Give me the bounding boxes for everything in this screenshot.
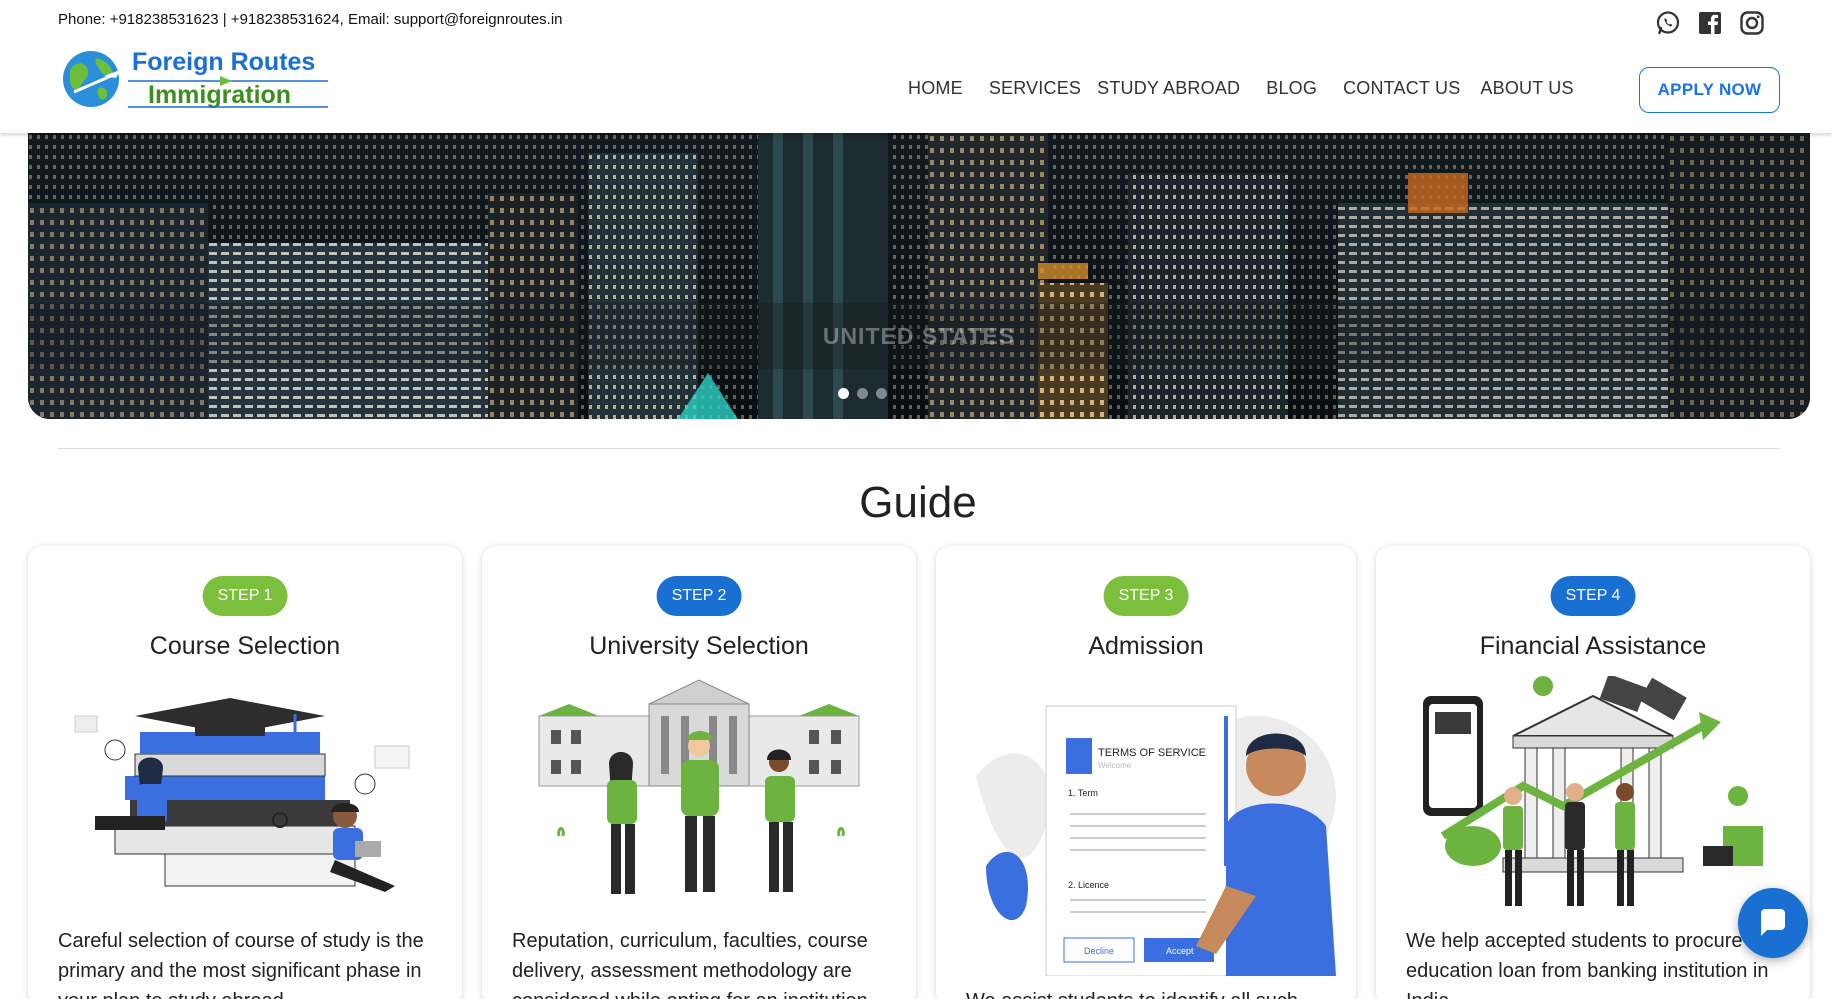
carousel-dot-3[interactable] [876, 388, 887, 399]
card-description: We help accepted students to procure edu… [1406, 930, 1769, 999]
terms-welcome: Welcome [1098, 761, 1132, 770]
nav-about-us[interactable]: ABOUT US [1480, 78, 1573, 99]
nav-blog[interactable]: BLOG [1266, 78, 1317, 99]
whatsapp-icon[interactable] [1654, 9, 1682, 37]
step-badge: STEP 4 [1550, 576, 1636, 616]
step-badge: STEP 3 [1103, 576, 1189, 616]
terms-heading: TERMS OF SERVICE [1098, 747, 1206, 759]
chat-bubble-icon [1761, 909, 1785, 936]
step-badge: STEP 1 [202, 576, 288, 616]
apply-now-button[interactable]: APPLY NOW [1639, 67, 1780, 113]
nav-home[interactable]: HOME [908, 78, 963, 99]
card-description: We assist students to identify all such [966, 986, 1332, 999]
hero-carousel[interactable]: UNITED STATES [28, 133, 1810, 419]
section-divider [58, 448, 1780, 449]
site-header: Phone: +918238531623 | +918238531624, Em… [0, 0, 1832, 133]
hero-caption: UNITED STATES [822, 323, 1016, 349]
admission-illustration: TERMS OF SERVICE Welcome 1. Term 2. Lice… [956, 686, 1336, 981]
social-links [1654, 9, 1766, 37]
guide-card-step-1: STEP 1 Course Selection Careful selectio… [28, 546, 462, 999]
brand-logo[interactable]: Foreign Routes Immigration [60, 48, 330, 110]
card-title: Admission [1088, 632, 1204, 660]
logo-line1: Foreign Routes [132, 48, 315, 76]
card-title: Financial Assistance [1479, 632, 1707, 660]
guide-card-step-3: STEP 3 Admission TERMS OF SERVICE Welcom… [936, 546, 1356, 999]
nav-services[interactable]: SERVICES [989, 78, 1081, 99]
guide-card-step-2: STEP 2 University Selection Reputation, … [482, 546, 916, 999]
main-nav: HOME SERVICES STUDY ABROAD BLOG CONTACT … [908, 78, 1574, 99]
financial-assistance-illustration [1403, 673, 1783, 921]
accept-label: Accept [1166, 946, 1194, 956]
hero-city-image [28, 133, 1810, 419]
card-title: Course Selection [149, 632, 341, 660]
instagram-icon[interactable] [1738, 9, 1766, 37]
nav-contact-us[interactable]: CONTACT US [1343, 78, 1460, 99]
step-badge: STEP 2 [656, 576, 742, 616]
terms-licence: 2. Licence [1068, 880, 1109, 890]
chat-button[interactable] [1738, 888, 1808, 958]
card-title: University Selection [589, 632, 809, 660]
carousel-dot-2[interactable] [857, 388, 868, 399]
card-description: Reputation, curriculum, faculties, cours… [512, 930, 873, 999]
carousel-dot-1[interactable] [838, 388, 849, 399]
nav-study-abroad[interactable]: STUDY ABROAD [1097, 78, 1240, 99]
topbar-contact: Phone: +918238531623 | +918238531624, Em… [58, 11, 563, 28]
carousel-indicators [838, 388, 887, 399]
card-description: Careful selection of course of study is … [58, 930, 424, 999]
logo-line2: Immigration [148, 81, 291, 109]
facebook-icon[interactable] [1696, 9, 1724, 37]
guide-title: Guide [859, 478, 977, 527]
course-selection-illustration [55, 676, 435, 921]
terms-term: 1. Term [1068, 788, 1098, 798]
university-selection-illustration [509, 676, 889, 921]
decline-label: Decline [1084, 946, 1114, 956]
